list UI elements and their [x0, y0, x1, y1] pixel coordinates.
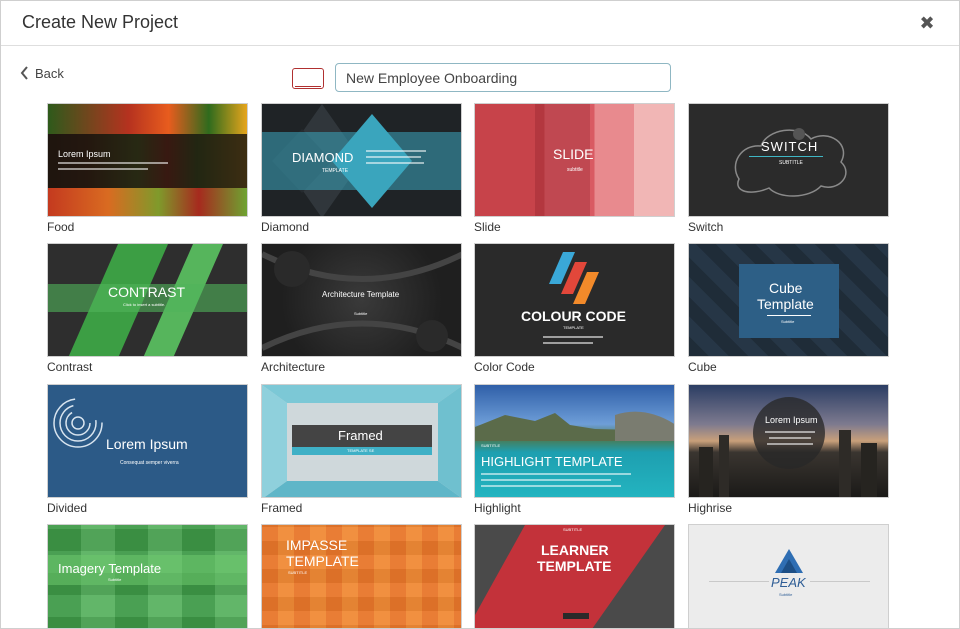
thumb-title: Lorem Ipsum: [765, 415, 818, 425]
thumb-title: CONTRAST: [108, 284, 185, 300]
template-thumbnail: DIAMOND TEMPLATE: [261, 103, 462, 217]
template-thumbnail: IMPASSE TEMPLATE SUBTITLE: [261, 524, 462, 628]
template-thumbnail: SLIDE subtitle: [474, 103, 675, 217]
template-thumbnail: Cube Template Subtitle: [688, 243, 889, 357]
template-card-contrast[interactable]: CONTRAST Click to insert a subtitle. Con…: [47, 243, 248, 374]
thumb-title: Lorem Ipsum: [58, 149, 111, 159]
template-card-color-code[interactable]: COLOUR CODE TEMPLATE Color Code: [474, 243, 675, 374]
template-card-food[interactable]: Lorem Ipsum Food: [47, 103, 248, 234]
template-name: Switch: [688, 220, 724, 234]
template-card-imagery[interactable]: Imagery Template Subtitle: [47, 524, 248, 628]
thumb-title: IMPASSE: [286, 537, 348, 553]
thumb-title: Architecture Template: [322, 290, 400, 299]
template-name: Divided: [47, 501, 88, 515]
thumb-subtitle: subtitle: [567, 167, 583, 173]
template-name: Framed: [261, 501, 303, 515]
thumb-title-line2: TEMPLATE: [286, 553, 359, 569]
template-thumbnail: SUBTITLE HIGHLIGHT TEMPLATE: [474, 384, 675, 498]
template-card-peak[interactable]: PEAK Subtitle: [688, 524, 889, 628]
thumb-subtitle: TEMPLATE: [322, 168, 349, 174]
template-card-framed[interactable]: Framed TEMPLATE SE Framed: [261, 384, 462, 515]
thumb-title-line2: TEMPLATE: [537, 558, 612, 574]
template-name: Architecture: [261, 360, 326, 374]
template-name: Food: [47, 220, 75, 234]
template-name: Color Code: [474, 360, 535, 374]
thumb-subtitle: Click to insert a subtitle.: [123, 302, 166, 307]
project-name-input[interactable]: [335, 63, 671, 92]
chevron-left-icon: [20, 66, 28, 80]
dialog-header: Create New Project ✖: [1, 1, 959, 46]
thumb-title: Framed: [338, 428, 383, 443]
color-swatch-button[interactable]: [292, 68, 324, 89]
template-name: Highrise: [688, 501, 733, 515]
template-thumbnail: Lorem Ipsum: [47, 103, 248, 217]
template-thumbnail: SUBTITLE LEARNER TEMPLATE: [474, 524, 675, 628]
thumb-title: DIAMOND: [292, 150, 354, 165]
thumb-subtitle: Subtitle: [108, 577, 122, 582]
thumb-title: PEAK: [771, 575, 806, 590]
template-thumbnail: Lorem Ipsum: [688, 384, 889, 498]
thumb-subtitle: SUBTITLE: [563, 527, 583, 532]
template-card-cube[interactable]: Cube Template Subtitle Cube: [688, 243, 889, 374]
back-button[interactable]: Back: [20, 63, 64, 83]
template-card-switch[interactable]: SWITCH SUBTITLE Switch: [688, 103, 889, 234]
thumb-title: Cube: [769, 280, 803, 296]
template-thumbnail: Framed TEMPLATE SE: [261, 384, 462, 498]
template-thumbnail: Imagery Template Subtitle: [47, 524, 248, 628]
template-card-highrise[interactable]: Lorem Ipsum Highrise: [688, 384, 889, 515]
template-name: Highlight: [474, 501, 521, 515]
template-name: Contrast: [47, 360, 93, 374]
template-card-impasse[interactable]: IMPASSE TEMPLATE SUBTITLE: [261, 524, 462, 628]
template-card-architecture[interactable]: Architecture Template Subtitle Architect…: [261, 243, 462, 374]
thumb-subtitle: SUBTITLE: [779, 160, 803, 166]
thumb-title: LEARNER: [541, 542, 609, 558]
template-thumbnail: SWITCH SUBTITLE: [688, 103, 889, 217]
thumb-title: HIGHLIGHT TEMPLATE: [481, 454, 623, 469]
template-card-diamond[interactable]: DIAMOND TEMPLATE Diamond: [261, 103, 462, 234]
thumb-title: COLOUR CODE: [521, 308, 626, 324]
template-thumbnail: CONTRAST Click to insert a subtitle.: [47, 243, 248, 357]
template-thumbnail: PEAK Subtitle: [688, 524, 889, 628]
thumb-subtitle: Subtitle: [781, 319, 795, 324]
template-name: Cube: [688, 360, 717, 374]
template-name: Slide: [474, 220, 501, 234]
template-card-highlight[interactable]: SUBTITLE HIGHLIGHT TEMPLATE Highlight: [474, 384, 675, 515]
thumb-title: SLIDE: [553, 146, 594, 162]
template-name: Diamond: [261, 220, 310, 234]
thumb-subtitle: Subtitle: [354, 311, 368, 316]
thumb-title: Lorem Ipsum: [106, 436, 188, 452]
thumb-title: SWITCH: [761, 139, 819, 154]
dialog-title: Create New Project: [22, 12, 179, 32]
template-card-divided[interactable]: Lorem Ipsum Consequat semper viverra Div…: [47, 384, 248, 515]
close-icon[interactable]: ✖: [917, 13, 937, 33]
template-thumbnail: COLOUR CODE TEMPLATE: [474, 243, 675, 357]
thumb-subtitle: TEMPLATE: [563, 325, 584, 330]
thumb-subtitle: SUBTITLE: [288, 570, 308, 575]
thumb-subtitle: Consequat semper viverra: [120, 460, 179, 466]
template-thumbnail: Architecture Template Subtitle: [261, 243, 462, 357]
thumb-subtitle: TEMPLATE SE: [347, 448, 375, 453]
thumb-subtitle: Subtitle: [779, 592, 793, 597]
template-card-slide[interactable]: SLIDE subtitle Slide: [474, 103, 675, 234]
thumb-subtitle: SUBTITLE: [481, 443, 501, 448]
template-card-learner[interactable]: SUBTITLE LEARNER TEMPLATE: [474, 524, 675, 628]
back-label: Back: [35, 65, 64, 81]
thumb-title-line2: Template: [757, 296, 814, 312]
template-thumbnail: Lorem Ipsum Consequat semper viverra: [47, 384, 248, 498]
thumb-title: Imagery Template: [58, 561, 162, 576]
create-project-dialog: Create New Project ✖ Back Lorem Ipsum Fo…: [0, 0, 960, 629]
